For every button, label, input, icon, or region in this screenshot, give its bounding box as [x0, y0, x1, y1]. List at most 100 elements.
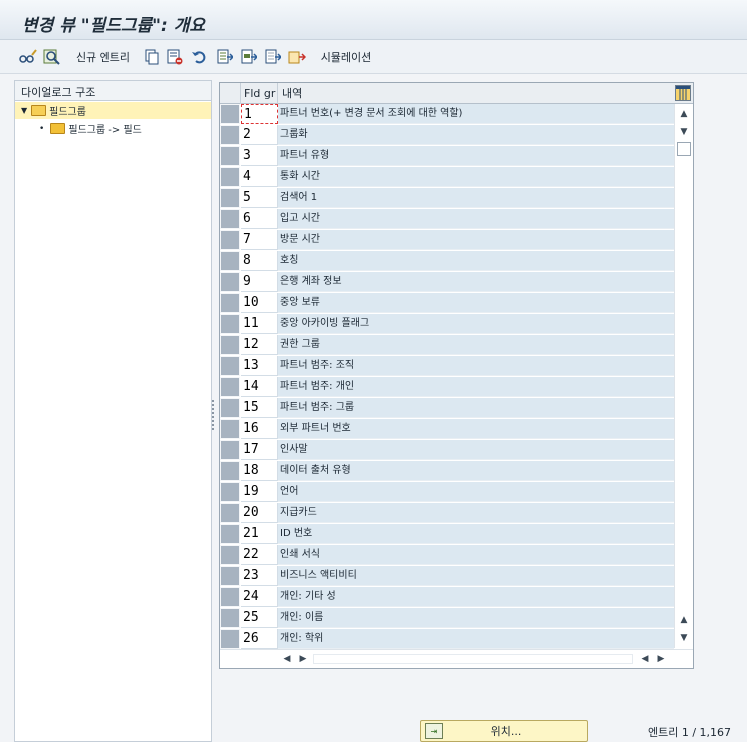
row-selector[interactable] [220, 377, 240, 397]
row-selector[interactable] [220, 167, 240, 187]
field-group-cell[interactable]: 7 [241, 230, 278, 250]
tree-node-field-group[interactable]: ▼ 필드그룹 [15, 102, 211, 119]
row-selector[interactable] [220, 608, 240, 628]
description-cell[interactable]: 그룹화 [278, 125, 674, 145]
description-cell[interactable]: 개인: 기타 성 [278, 587, 674, 607]
table-settings-icon[interactable] [675, 85, 691, 101]
scroll-thumb[interactable] [677, 142, 691, 156]
field-group-cell[interactable]: 8 [241, 251, 278, 271]
glasses-pencil-icon[interactable] [18, 46, 38, 68]
scroll-left-icon[interactable]: ◀ [280, 652, 294, 666]
tree-node-field-group-to-field[interactable]: • 필드그룹 -> 필드 [15, 120, 211, 137]
field-group-cell[interactable]: 13 [241, 356, 278, 376]
find-icon[interactable] [42, 46, 62, 68]
description-cell[interactable]: 파트너 유형 [278, 146, 674, 166]
row-selector[interactable] [220, 251, 240, 271]
row-selector[interactable] [220, 125, 240, 145]
description-cell[interactable]: 호칭 [278, 251, 674, 271]
undo-icon[interactable] [190, 46, 208, 68]
description-cell[interactable]: 권한 그룹 [278, 335, 674, 355]
scroll-right-icon[interactable]: ▶ [296, 652, 310, 666]
simulation-button[interactable]: 시뮬레이션 [316, 46, 376, 68]
scroll-page-up-icon[interactable]: ▲ [675, 612, 693, 628]
description-cell[interactable]: 개인: 이름 [278, 608, 674, 628]
vertical-scrollbar[interactable]: ▲ ▼ ▲ ▼ [674, 104, 692, 648]
field-group-cell[interactable]: 14 [241, 377, 278, 397]
field-group-cell[interactable]: 23 [241, 566, 278, 586]
description-cell[interactable]: 파트너 범주: 그룹 [278, 398, 674, 418]
column-header-fld-gr[interactable]: Fld gr [241, 83, 278, 104]
triangle-down-icon[interactable]: ▼ [21, 106, 27, 115]
horizontal-scroll-track[interactable] [313, 654, 633, 664]
new-entries-button[interactable]: 신규 엔트리 [72, 46, 134, 68]
row-selector[interactable] [220, 545, 240, 565]
row-selector[interactable] [220, 629, 240, 649]
field-group-cell[interactable]: 10 [241, 293, 278, 313]
description-cell[interactable]: 지급카드 [278, 503, 674, 523]
field-group-cell[interactable]: 12 [241, 335, 278, 355]
field-group-cell[interactable]: 26 [241, 629, 278, 649]
configure-icon[interactable] [288, 46, 306, 68]
row-selector[interactable] [220, 587, 240, 607]
field-group-cell[interactable]: 17 [241, 440, 278, 460]
row-selector[interactable] [220, 524, 240, 544]
pane-splitter[interactable] [212, 400, 216, 430]
select-block-icon[interactable] [240, 46, 258, 68]
row-selector[interactable] [220, 461, 240, 481]
scroll-right-end-icon[interactable]: ▶ [654, 652, 668, 666]
field-group-cell[interactable]: 21 [241, 524, 278, 544]
field-group-cell[interactable]: 2 [241, 125, 278, 145]
field-group-cell[interactable]: 1 [241, 104, 278, 124]
field-group-cell[interactable]: 16 [241, 419, 278, 439]
field-group-cell[interactable]: 25 [241, 608, 278, 628]
description-cell[interactable]: 외부 파트너 번호 [278, 419, 674, 439]
scroll-up-icon[interactable]: ▲ [675, 106, 693, 122]
horizontal-scrollbar[interactable]: ◀ ▶ ◀ ▶ [220, 649, 693, 668]
description-cell[interactable]: 통화 시간 [278, 167, 674, 187]
description-cell[interactable]: ID 번호 [278, 524, 674, 544]
row-selector[interactable] [220, 230, 240, 250]
row-selector[interactable] [220, 356, 240, 376]
field-group-cell[interactable]: 4 [241, 167, 278, 187]
description-cell[interactable]: 파트너 범주: 조직 [278, 356, 674, 376]
row-selector[interactable] [220, 398, 240, 418]
scroll-page-down-icon[interactable]: ▼ [675, 630, 693, 646]
row-selector[interactable] [220, 104, 240, 124]
description-cell[interactable]: 은행 계좌 정보 [278, 272, 674, 292]
description-cell[interactable]: 파트너 번호(+ 변경 문서 조회에 대한 역할) [278, 104, 674, 124]
row-selector[interactable] [220, 272, 240, 292]
field-group-cell[interactable]: 24 [241, 587, 278, 607]
field-group-cell[interactable]: 5 [241, 188, 278, 208]
description-cell[interactable]: 개인: 학위 [278, 629, 674, 649]
description-cell[interactable]: 인사말 [278, 440, 674, 460]
row-selector[interactable] [220, 503, 240, 523]
position-button[interactable]: ⇥ 위치... [420, 720, 588, 742]
description-cell[interactable]: 검색어 1 [278, 188, 674, 208]
scroll-down-icon[interactable]: ▼ [675, 124, 693, 140]
field-group-cell[interactable]: 19 [241, 482, 278, 502]
row-selector[interactable] [220, 293, 240, 313]
description-cell[interactable]: 인쇄 서식 [278, 545, 674, 565]
row-selector[interactable] [220, 440, 240, 460]
field-group-cell[interactable]: 3 [241, 146, 278, 166]
select-all-icon[interactable] [216, 46, 234, 68]
description-cell[interactable]: 입고 시간 [278, 209, 674, 229]
scroll-left-end-icon[interactable]: ◀ [638, 652, 652, 666]
field-group-cell[interactable]: 22 [241, 545, 278, 565]
field-group-cell[interactable]: 20 [241, 503, 278, 523]
copy-icon[interactable] [143, 46, 161, 68]
description-cell[interactable]: 중앙 보류 [278, 293, 674, 313]
row-selector[interactable] [220, 482, 240, 502]
row-selector[interactable] [220, 209, 240, 229]
row-selector[interactable] [220, 566, 240, 586]
field-group-cell[interactable]: 11 [241, 314, 278, 334]
select-all-rows-cell[interactable] [220, 83, 241, 104]
row-selector[interactable] [220, 188, 240, 208]
column-header-description[interactable]: 내역 [278, 83, 674, 104]
field-group-cell[interactable]: 15 [241, 398, 278, 418]
row-selector[interactable] [220, 419, 240, 439]
description-cell[interactable]: 중앙 아카이빙 플래그 [278, 314, 674, 334]
description-cell[interactable]: 파트너 범주: 개인 [278, 377, 674, 397]
row-selector[interactable] [220, 146, 240, 166]
row-selector[interactable] [220, 335, 240, 355]
